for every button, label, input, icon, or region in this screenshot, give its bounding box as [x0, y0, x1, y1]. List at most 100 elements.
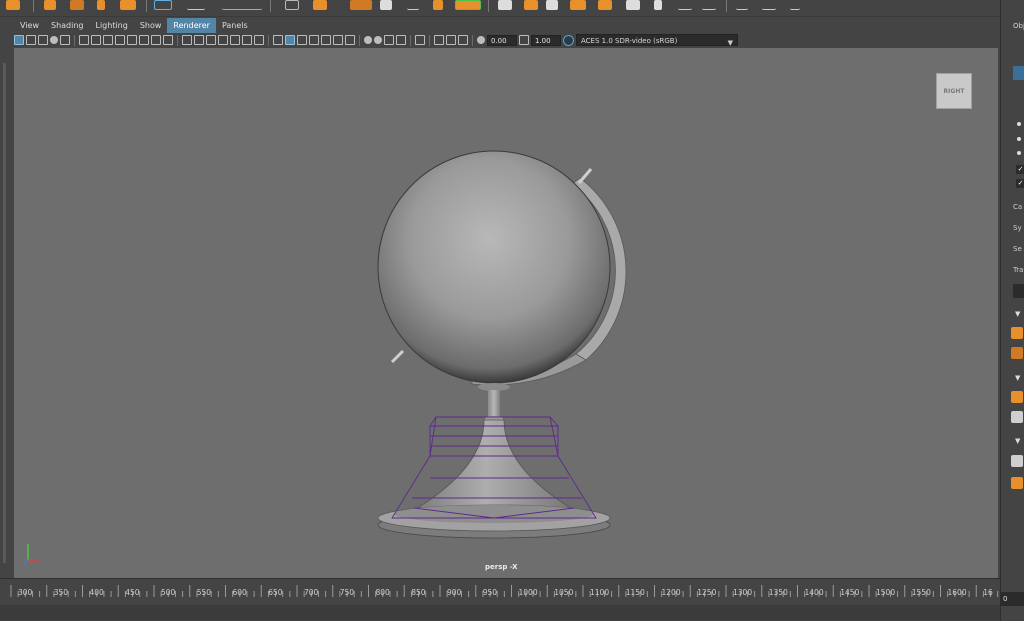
curve-icon[interactable]	[187, 0, 205, 10]
safe-title-toggle-icon[interactable]	[254, 35, 264, 45]
resolution-toggle-icon[interactable]	[206, 35, 216, 45]
wireframe-icon[interactable]	[273, 35, 283, 45]
xray-icon[interactable]	[415, 35, 425, 45]
triangulate-icon[interactable]	[626, 0, 640, 10]
ik-icon[interactable]	[790, 0, 800, 10]
field-chart-toggle-icon[interactable]	[230, 35, 240, 45]
globe-sphere	[377, 150, 611, 384]
cube-tool-icon[interactable]	[120, 0, 136, 10]
image-plane-icon[interactable]	[50, 36, 58, 44]
current-frame-field[interactable]: 0	[1000, 592, 1024, 606]
menu-show[interactable]: Show	[134, 18, 168, 33]
stack-layer-icon[interactable]	[1011, 411, 1023, 423]
multisample-aa-icon[interactable]	[374, 36, 382, 44]
time-tick-label: 1250	[697, 588, 717, 597]
radio-option-1[interactable]	[1017, 122, 1021, 126]
polygon-icon[interactable]	[285, 0, 299, 10]
arrow-down-icon[interactable]	[654, 0, 662, 10]
gamma-icon[interactable]	[519, 35, 529, 45]
menu-panels[interactable]: Panels	[216, 18, 254, 33]
backface-culling-icon[interactable]	[458, 35, 468, 45]
toolbar-separator	[359, 34, 360, 46]
gate-mask-toggle-icon[interactable]	[218, 35, 228, 45]
view-transform-dropdown[interactable]: ACES 1.0 SDR-video (sRGB) ▼	[576, 34, 738, 47]
play-field[interactable]	[1013, 284, 1024, 298]
uv-editor-icon[interactable]	[154, 0, 172, 10]
scale-tool-icon[interactable]	[97, 0, 105, 10]
collapse-triangle-icon[interactable]: ▼	[1015, 374, 1020, 382]
grid-toggle-icon[interactable]	[182, 35, 192, 45]
radio-option-3[interactable]	[1017, 151, 1021, 155]
collapse-triangle-icon[interactable]: ▼	[1015, 437, 1020, 445]
wand-icon[interactable]	[1011, 455, 1023, 467]
resolution-gate-icon[interactable]	[91, 35, 101, 45]
gamma-field[interactable]: 1.00	[531, 34, 561, 46]
pencil-icon[interactable]	[163, 35, 173, 45]
cube-layer-icon[interactable]	[1011, 391, 1023, 403]
layer-icon[interactable]	[1011, 327, 1023, 339]
time-slider[interactable]: 300 350 400 450 500 550 600 650 700 750 800 850 900 9…	[0, 578, 1000, 621]
xray-active-icon[interactable]	[446, 35, 456, 45]
color-management-icon[interactable]	[563, 34, 574, 46]
wireframe-on-shaded-icon[interactable]	[297, 35, 307, 45]
exposure-field[interactable]: 0.00	[487, 34, 517, 46]
viewcube[interactable]: RIGHT	[936, 73, 972, 109]
bevel-icon[interactable]	[350, 0, 372, 10]
bridge-icon[interactable]	[380, 0, 392, 10]
exposure-icon[interactable]	[477, 36, 485, 44]
menu-view[interactable]: View	[14, 18, 45, 33]
two-d-pan-icon[interactable]	[60, 35, 70, 45]
motion-blur-icon[interactable]	[364, 36, 372, 44]
boolean-icon[interactable]	[455, 0, 481, 10]
grid-icon[interactable]	[678, 0, 692, 10]
mirror-icon[interactable]	[546, 0, 558, 10]
shadows-icon[interactable]	[333, 35, 343, 45]
range-slider-track[interactable]	[0, 605, 1000, 620]
merge-icon[interactable]	[407, 0, 419, 10]
cluster-icon[interactable]	[702, 0, 716, 10]
film-gate-toggle-icon[interactable]	[194, 35, 204, 45]
shelf-sphere-icon[interactable]	[6, 0, 20, 10]
textured-icon[interactable]	[309, 35, 319, 45]
menu-renderer[interactable]: Renderer	[167, 18, 216, 33]
pivot-icon[interactable]	[151, 35, 161, 45]
safe-title-icon[interactable]	[139, 35, 149, 45]
xray-joints-icon[interactable]	[434, 35, 444, 45]
select-camera-icon[interactable]	[14, 35, 24, 45]
joint-icon[interactable]	[762, 0, 776, 10]
snap-icon[interactable]	[222, 0, 262, 10]
separate-icon[interactable]	[598, 0, 612, 10]
smooth-icon[interactable]	[524, 0, 538, 10]
tool-settings-icon[interactable]	[1013, 66, 1024, 80]
gate-mask-icon[interactable]	[103, 35, 113, 45]
smooth-shade-icon[interactable]	[285, 35, 295, 45]
extrude-icon[interactable]	[313, 0, 327, 10]
move-tool-icon[interactable]	[44, 0, 56, 10]
menu-lighting[interactable]: Lighting	[89, 18, 133, 33]
screen-space-ao-icon[interactable]	[345, 35, 355, 45]
checkbox-1[interactable]: ✓	[1016, 165, 1024, 174]
toolbar-separator	[74, 34, 75, 46]
field-chart-icon[interactable]	[115, 35, 125, 45]
rotate-tool-icon[interactable]	[70, 0, 84, 10]
depth-of-field-icon[interactable]	[384, 35, 394, 45]
radio-option-2[interactable]	[1017, 137, 1021, 141]
bookmark-icon[interactable]	[38, 35, 48, 45]
checkbox-2[interactable]: ✓	[1016, 179, 1024, 188]
collapse-triangle-icon[interactable]: ▼	[1015, 310, 1020, 318]
pen-icon[interactable]	[736, 0, 748, 10]
menu-shading[interactable]: Shading	[45, 18, 90, 33]
use-all-lights-icon[interactable]	[321, 35, 331, 45]
combine-icon[interactable]	[570, 0, 586, 10]
box-icon[interactable]	[1011, 477, 1023, 489]
camera-attributes-icon[interactable]	[26, 35, 36, 45]
isolate-select-icon[interactable]	[396, 35, 406, 45]
fill-hole-icon[interactable]	[433, 0, 443, 10]
perspective-viewport[interactable]: RIGHT persp -X	[14, 48, 998, 578]
safe-action-toggle-icon[interactable]	[242, 35, 252, 45]
left-scrollbar[interactable]	[3, 63, 6, 563]
safe-action-icon[interactable]	[127, 35, 137, 45]
film-gate-icon[interactable]	[79, 35, 89, 45]
grid-layer-icon[interactable]	[1011, 347, 1023, 359]
sculpt-icon[interactable]	[498, 0, 512, 10]
